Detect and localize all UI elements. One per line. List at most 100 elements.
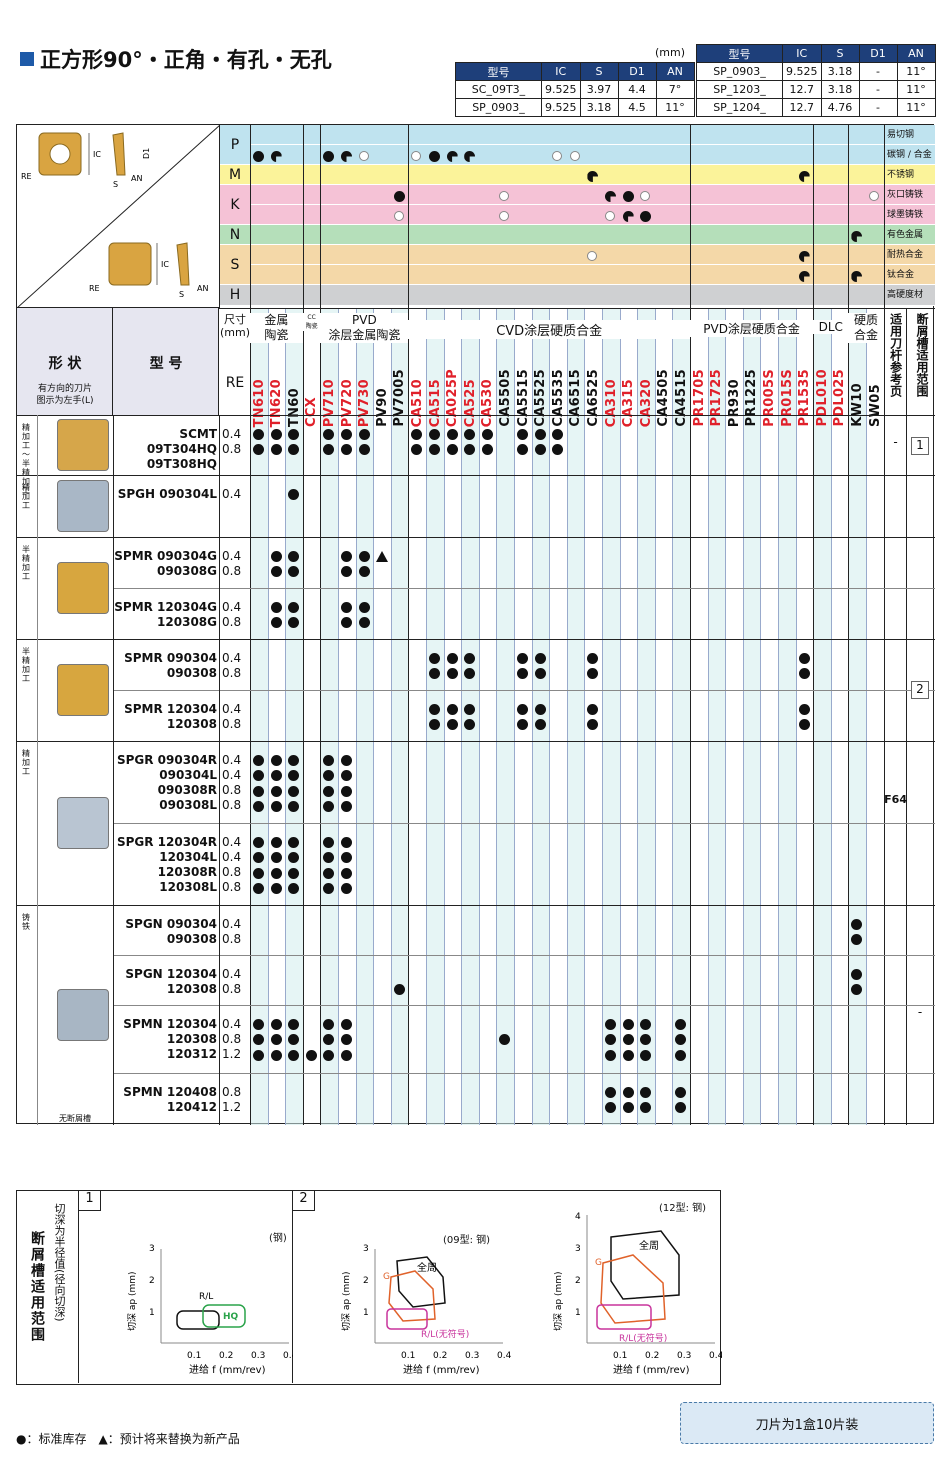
stock-dot [358,444,370,456]
grade-label: CA5535 [550,369,566,427]
grade-label: CA4505 [656,369,672,427]
grade-tn60: TN60 [285,355,303,427]
grade-column [584,308,602,1125]
model-name: SPGH 090304L [117,487,217,501]
shape-header-note: 有方向的刀片 图示为左手(L) [36,384,94,406]
svg-text:进给 f (mm/rev): 进给 f (mm/rev) [613,1363,690,1376]
material-row [250,285,883,306]
stock-dot [270,785,282,797]
grade-column [795,308,814,1125]
stock-dot [622,1034,634,1046]
stock-dot [253,1019,264,1030]
grade-label: PV90 [374,388,390,427]
insert-geometry-svg: IC D1 S AN RE IC S AN RE [16,124,221,309]
box-note: 刀片为1盒10片装 [680,1402,934,1444]
svg-text:4: 4 [575,1212,581,1222]
re-value: 0.4 0.8 [222,600,242,629]
grade-column [848,308,866,1125]
category-inner-line [37,741,38,905]
svg-text:0.3: 0.3 [677,1351,691,1361]
material-suitability-mark [393,211,404,221]
grade-pv7005: PV7005 [391,355,409,427]
grade-column [830,308,849,1125]
category-label: 精加工 [22,749,30,776]
category-divider [17,741,935,742]
svg-text:进给 f (mm/rev): 进给 f (mm/rev) [403,1363,480,1376]
grade-label: PR005S [761,369,777,427]
svg-text:1: 1 [363,1308,369,1318]
grade-pr005s: PR005S [760,355,778,427]
svg-text:0.4: 0.4 [497,1351,512,1361]
grade-ca515: CA515 [426,355,444,427]
grade-column [672,308,690,1125]
svg-text:IC: IC [161,260,169,269]
stock-dot [481,429,493,440]
svg-text:D1: D1 [142,148,151,159]
stock-dot [446,444,458,456]
grade-pdl025: PDL025 [831,355,849,427]
stock-dot [605,1087,616,1098]
stock-dot [288,867,300,879]
grade-column [813,308,831,1125]
material-code-s: S [220,245,250,285]
category-label: 精加工～半精加工 [22,423,30,495]
grade-column [725,308,743,1125]
svg-text:AN: AN [131,174,142,183]
grade-ca530: CA530 [479,355,497,427]
stock-dot [358,602,370,613]
grade-ca5535: CA5535 [549,355,567,427]
stock-dot [534,668,546,680]
stock-dot [534,653,546,664]
material-name: 灰口铸铁 [883,185,935,205]
grade-pr015s: PR015S [778,355,796,427]
material-code-h: H [220,285,250,306]
grade-label: PDL025 [832,369,848,427]
material-row [250,245,883,265]
category-label: 精加工 [22,483,30,510]
grade-label: CA320 [638,378,654,427]
category-divider [17,415,935,416]
re-value: 0.4 0.8 [222,549,242,578]
size-header: 尺寸 (mm) [220,313,251,339]
stock-dot [253,837,264,848]
chip-box-2: 2 [911,681,929,699]
unit-label: (mm) [655,46,686,59]
re-value: 0.4 0.8 [222,427,242,456]
material-code-n: N [220,225,250,245]
stock-dot [517,704,528,715]
group-separator [906,308,907,1125]
insert-image [57,480,109,532]
grade-ca310: CA310 [602,355,620,427]
svg-text:0.2: 0.2 [645,1351,659,1361]
stock-dot [270,801,282,813]
grade-pr1705: PR1705 [690,355,708,427]
category-inner-line [37,537,38,639]
grade-pdl010: PDL010 [813,355,831,427]
svg-text:HQ: HQ [223,1312,239,1322]
stock-dot [534,704,546,715]
chip-box-1: 1 [911,437,929,455]
grade-label: CA515 [427,378,443,427]
grade-pv730: PV730 [356,355,374,427]
category-label: 半精加工 [22,545,30,581]
grade-column [602,308,620,1125]
category-divider [17,905,935,906]
holder-dash: - [893,435,898,449]
grade-ca4515: CA4515 [672,355,690,427]
grade-matrix: IC D1 S AN RE IC S AN RE 易切钢碳钢 / 合金钢不锈钢灰… [16,124,935,1125]
stock-dot [605,1019,616,1030]
grade-ca5515: CA5515 [514,355,532,427]
grade-label: PV7005 [392,369,408,427]
stock-dot [341,429,352,440]
svg-text:进给 f (mm/rev): 进给 f (mm/rev) [189,1363,266,1376]
stock-dot [534,719,546,731]
stock-dot [270,551,282,562]
grade-ca510: CA510 [408,355,426,427]
title-square-icon [20,52,34,66]
group-separator [883,125,885,1125]
grade-column [866,308,884,1125]
stock-dot [622,1102,634,1114]
model-name: SPMR 120304 120308 [124,702,217,731]
svg-text:全周: 全周 [639,1239,659,1252]
stock-dot [622,1087,634,1098]
